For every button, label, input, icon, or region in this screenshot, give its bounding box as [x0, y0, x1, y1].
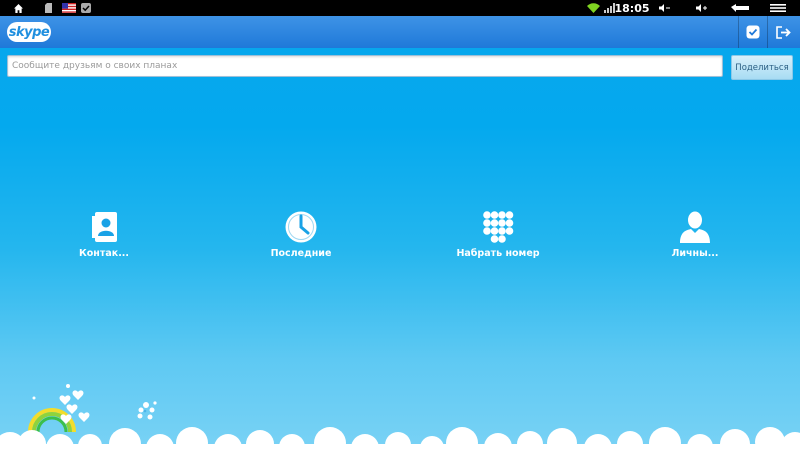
app-header: skype: [0, 16, 800, 48]
tile-dial-number[interactable]: Набрать номер: [428, 210, 568, 270]
tile-profile[interactable]: Личны...: [625, 210, 765, 270]
skype-logo-text: skype: [8, 24, 50, 40]
volume-down-icon[interactable]: [658, 0, 672, 16]
volume-up-icon[interactable]: [695, 0, 709, 16]
us-flag-icon: [62, 0, 76, 16]
flowers-decoration: [137, 401, 157, 420]
skype-logo: skype: [7, 22, 51, 42]
tile-contacts-label: Контак...: [78, 248, 130, 259]
mood-message-row: Поделиться: [0, 48, 800, 86]
clouds-decoration: [0, 384, 800, 450]
cloud-line: [0, 427, 800, 450]
home-icon[interactable]: [12, 0, 24, 16]
tile-dial-number-label: Набрать номер: [456, 248, 540, 259]
sign-out-icon: [776, 25, 791, 39]
back-icon[interactable]: [730, 0, 752, 16]
clock-icon: [285, 211, 317, 243]
presence-status-button[interactable]: [739, 16, 767, 48]
presence-check-icon: [746, 25, 760, 39]
tile-profile-label: Личны...: [671, 248, 719, 259]
tile-contacts[interactable]: Контак...: [34, 210, 174, 270]
signal-icon: [603, 0, 615, 16]
profile-icon: [680, 211, 710, 243]
system-status-bar: 18:05: [0, 0, 800, 16]
share-button[interactable]: Поделиться: [731, 55, 793, 80]
menu-icon[interactable]: [770, 0, 786, 16]
sign-out-button[interactable]: [770, 16, 798, 48]
mood-message-input[interactable]: [7, 55, 723, 77]
status-clock: 18:05: [614, 1, 650, 15]
appbar-divider: [767, 16, 768, 48]
download-done-icon: [81, 0, 91, 16]
contacts-icon: [92, 212, 117, 242]
tile-recent[interactable]: Последние: [231, 210, 371, 270]
tile-recent-label: Последние: [270, 248, 332, 259]
sd-card-icon: [44, 0, 52, 16]
wifi-icon: [586, 0, 600, 16]
dialpad-icon: [483, 211, 514, 243]
